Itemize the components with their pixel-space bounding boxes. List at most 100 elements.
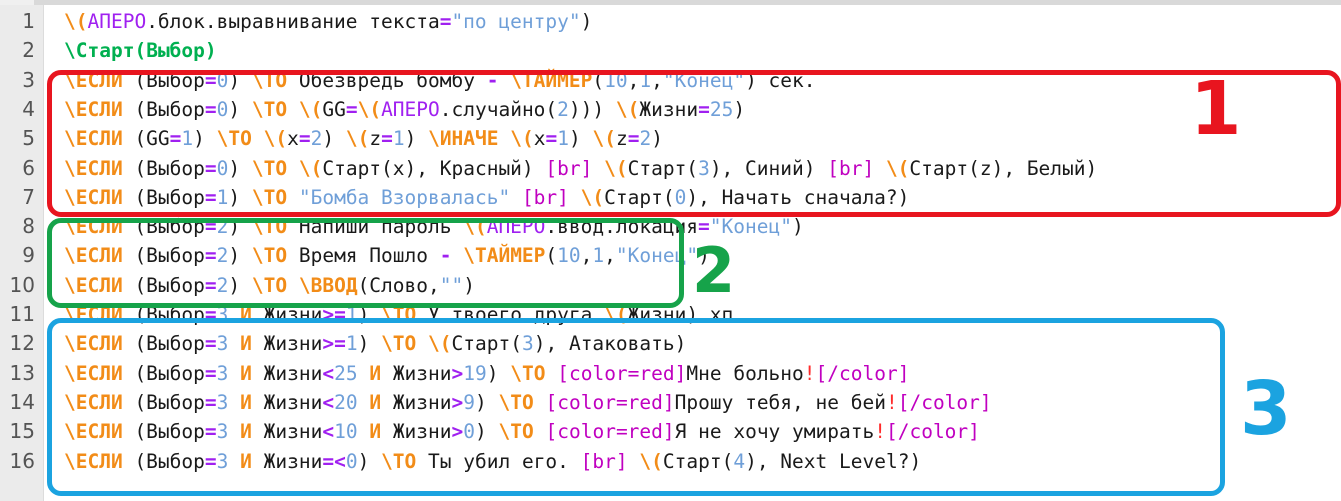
code-token: \(	[604, 156, 628, 180]
code-token: ,	[651, 68, 663, 92]
code-token: 3	[216, 332, 229, 356]
code-token: 2	[216, 215, 229, 239]
code-token: (Выбор	[122, 273, 205, 297]
line-number: 8	[22, 214, 35, 239]
code-token: .ввод.локация	[545, 215, 699, 239]
code-token: 1	[216, 185, 229, 209]
code-token: x	[287, 127, 299, 151]
code-line[interactable]: \(АПЕРО.блок.выравнивание текста="по цен…	[44, 7, 1341, 36]
code-line[interactable]: \ЕСЛИ (Выбор=3 И Жизни<20 И Жизни>9) \ТО…	[44, 388, 1341, 417]
code-token: =	[204, 332, 217, 356]
line-number: 2	[22, 38, 35, 63]
code-token: И	[240, 390, 252, 414]
code-token: 9	[463, 390, 476, 414]
code-token: 3	[216, 303, 229, 326]
code-token: \ТО	[498, 420, 534, 444]
code-token: \(	[592, 127, 616, 151]
code-token: 0	[216, 156, 229, 180]
code-token: "Конец"	[709, 215, 792, 239]
code-token: >	[451, 361, 464, 385]
code-line[interactable]: \ЕСЛИ (Выбор=0) \ТО \(Старт(x), Красный)…	[44, 154, 1341, 183]
code-token: У твоего друга	[416, 303, 605, 326]
code-line[interactable]: \ЕСЛИ (GG=1) \ТО \(x=2) \(z=1) \ИНАЧЕ \(…	[44, 124, 1341, 153]
code-token: (Выбор	[122, 156, 205, 180]
code-token: 0	[674, 185, 687, 209]
code-line[interactable]: \ЕСЛИ (Выбор=3 И Жизни>=1) \ТО \(Старт(3…	[44, 329, 1341, 358]
code-line[interactable]: \Старт(Выбор)	[44, 36, 1341, 65]
code-token: Жизни	[251, 332, 323, 356]
code-token: [/color]	[897, 390, 992, 414]
code-token: )	[204, 39, 217, 63]
code-token: 2	[310, 127, 323, 151]
code-line[interactable]: \ЕСЛИ (Выбор=2) \ТО Напиши пароль \(АПЕР…	[44, 212, 1341, 241]
code-token: 20	[334, 390, 358, 414]
code-token: )	[193, 127, 217, 151]
line-number: 16	[9, 448, 35, 473]
code-token: 1	[557, 127, 570, 151]
code-token: АПЕРО	[381, 97, 440, 121]
line-number: 4	[22, 96, 35, 121]
code-line[interactable]: \ЕСЛИ (Выбор=3 И Жизни>=1) \ТО У твоего …	[44, 300, 1341, 329]
code-token: \ЕСЛИ	[64, 215, 123, 239]
code-line[interactable]: \ЕСЛИ (Выбор=3 И Жизни<10 И Жизни>0) \ТО…	[44, 417, 1341, 446]
code-token: [br]	[545, 156, 593, 180]
code-line[interactable]: \ЕСЛИ (Выбор=3 И Жизни<25 И Жизни>19) \Т…	[44, 359, 1341, 388]
code-token: "по центру"	[451, 10, 581, 33]
code-token: 3	[521, 332, 534, 356]
code-token: 10	[334, 420, 358, 444]
code-token: =	[204, 185, 217, 209]
code-token: <	[322, 361, 335, 385]
code-line[interactable]: \ЕСЛИ (Выбор=2) \ТО \ВВОД(Слово,"")	[44, 271, 1341, 300]
code-token: \ЕСЛИ	[64, 449, 123, 473]
code-token: \ТО	[251, 185, 288, 209]
code-token: )	[228, 156, 252, 180]
code-token: 2	[639, 127, 652, 151]
code-token: 0	[216, 68, 229, 92]
code-token: Напиши пароль	[287, 215, 464, 239]
code-token: )	[357, 303, 382, 326]
code-token: )	[357, 332, 382, 356]
code-token: Обезвредь бомбу	[287, 68, 487, 92]
code-token: Жизни	[639, 97, 699, 121]
code-line[interactable]: \ЕСЛИ (Выбор=0) \ТО Обезвредь бомбу - \Т…	[44, 66, 1341, 95]
code-line[interactable]: \ЕСЛИ (Выбор=2) \ТО Время Пошло - \ТАЙМЕ…	[44, 241, 1341, 270]
code-token: И	[240, 361, 252, 385]
code-token: x	[533, 127, 546, 151]
code-token: >=	[322, 332, 346, 356]
code-token: )	[404, 127, 429, 151]
code-line[interactable]: \ЕСЛИ (Выбор=0) \ТО \(GG=\(АПЕРО.случайн…	[44, 95, 1341, 124]
code-token: И	[240, 303, 252, 326]
code-token: )	[228, 97, 252, 121]
line-number: 6	[22, 155, 35, 180]
code-token: \(	[298, 156, 323, 180]
code-token: Старт(x), Красный)	[322, 156, 546, 180]
code-token: \ЕСЛИ	[64, 332, 123, 356]
code-token: =	[204, 390, 217, 414]
code-token: >=	[322, 303, 346, 326]
code-token: >	[451, 420, 464, 444]
code-token: \ТАЙМЕР	[510, 68, 593, 92]
code-line[interactable]: \ЕСЛИ (Выбор=1) \ТО "Бомба Взорвалась" […	[44, 183, 1341, 212]
code-token: \ТО	[381, 303, 417, 326]
code-token: =	[204, 215, 217, 239]
code-token: 3	[216, 390, 229, 414]
code-token: \ТО	[251, 97, 288, 121]
code-content-area[interactable]: \(АПЕРО.блок.выравнивание текста="по цен…	[44, 5, 1341, 501]
code-line[interactable]: \ЕСЛИ (Выбор=3 И Жизни=<0) \ТО Ты убил е…	[44, 447, 1341, 476]
line-number: 5	[22, 126, 35, 151]
code-token: )	[228, 215, 252, 239]
code-token: \ВВОД	[298, 273, 358, 297]
code-token: \(	[580, 185, 605, 209]
code-token: (Выбор	[122, 97, 205, 121]
code-token: =	[298, 127, 311, 151]
code-token: \(	[510, 127, 534, 151]
code-token: Старт(z), Белый)	[909, 156, 1098, 180]
